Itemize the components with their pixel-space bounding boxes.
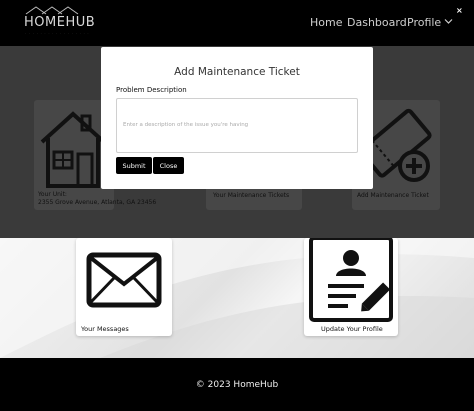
close-icon[interactable]: × xyxy=(456,6,463,15)
footer-copyright: © 2023 HomeHub xyxy=(195,380,279,390)
profile-label: Update Your Profile xyxy=(321,325,383,333)
problem-description-input[interactable] xyxy=(116,98,358,153)
unit-address: 2355 Grove Avenue, Atlanta, GA 23456 xyxy=(38,199,157,206)
brand-tagline: · · · · · · · · · · · · · · · · · xyxy=(25,31,90,35)
submit-button[interactable]: Submit xyxy=(116,157,152,174)
house-icon xyxy=(40,111,106,188)
brand-logo[interactable]: HOMEHUB · · · · · · · · · · · · · · · · … xyxy=(22,5,96,37)
footer: © 2023 HomeHub xyxy=(0,358,474,411)
profile-card[interactable]: Update Your Profile xyxy=(304,238,398,336)
roof-icon xyxy=(25,6,79,15)
close-button[interactable]: Close xyxy=(153,157,184,174)
unit-label: Your Unit: xyxy=(38,191,67,198)
messages-label: Your Messages xyxy=(81,325,129,333)
tickets-label: Your Maintenance Tickets xyxy=(213,192,290,199)
brand-name: HOMEHUB xyxy=(24,15,96,30)
chevron-down-icon[interactable] xyxy=(444,18,453,25)
problem-description-label: Problem Description xyxy=(116,86,187,94)
profile-edit-icon xyxy=(309,238,393,322)
light-section: Your Messages Update Your Profile xyxy=(0,238,474,358)
nav-profile[interactable]: Profile xyxy=(407,16,441,29)
envelope-icon xyxy=(86,252,162,308)
nav-dashboard[interactable]: Dashboard xyxy=(347,16,407,29)
messages-card[interactable]: Your Messages xyxy=(76,238,172,336)
add-ticket-label: Add Maintenance Ticket xyxy=(357,192,429,199)
nav-home[interactable]: Home xyxy=(310,16,342,29)
modal-title: Add Maintenance Ticket xyxy=(174,66,300,78)
background-swoosh xyxy=(0,238,474,358)
navbar: HOMEHUB · · · · · · · · · · · · · · · · … xyxy=(0,0,474,46)
add-ticket-modal: Add Maintenance Ticket Problem Descripti… xyxy=(101,47,373,189)
